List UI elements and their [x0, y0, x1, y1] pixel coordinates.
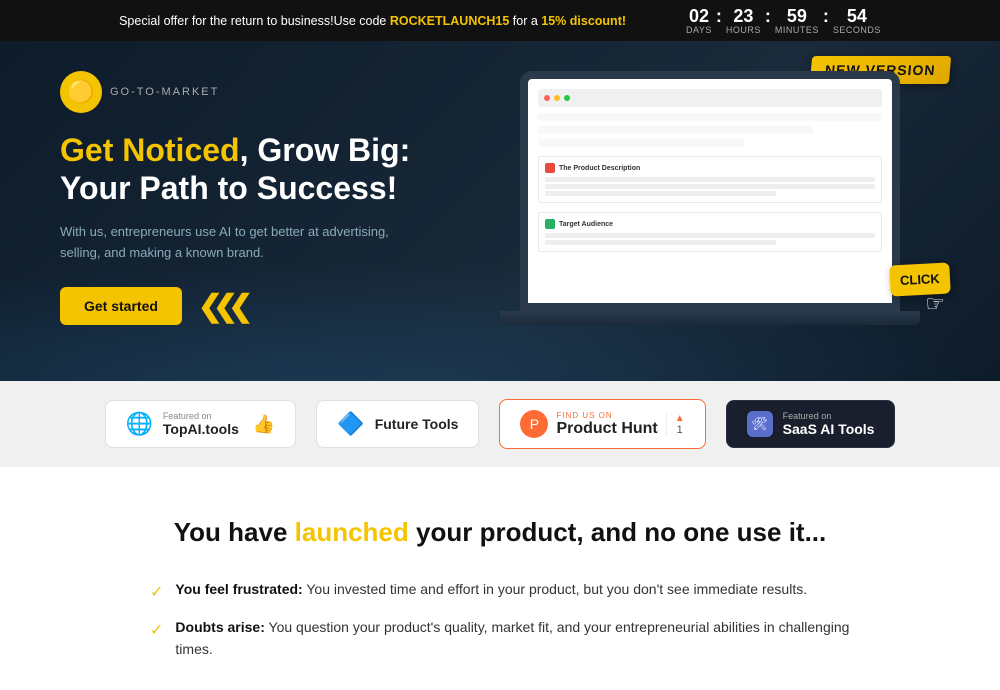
check-icon-1: ✓ [150, 580, 163, 606]
dot-red [544, 95, 550, 101]
laptop-base [500, 311, 920, 325]
section-icon-green [545, 219, 555, 229]
screen-top-bar [538, 89, 882, 107]
product-desc-lines [545, 177, 875, 196]
chevron-icon: ❮❮❮ [198, 289, 243, 324]
countdown-timer: 02 DAYS : 23 HOURS : 59 MINUTES : 54 SEC… [686, 6, 881, 35]
banner-text-normal: Special offer for the return to business… [119, 14, 390, 28]
main-heading-normal: You have [174, 517, 295, 547]
pain-points-list: ✓ You feel frustrated: You invested time… [150, 578, 850, 660]
section-icon-red [545, 163, 555, 173]
futuretools-name: Future Tools [375, 416, 459, 432]
main-section: You have launched your product, and no o… [0, 467, 1000, 690]
hero-heading-highlight: Get Noticed [60, 132, 240, 168]
brand-card-saasai[interactable]: 🛠 Featured on SaaS AI Tools [726, 400, 896, 448]
brand-card-futuretools[interactable]: 🔷 Future Tools [316, 400, 479, 448]
futuretools-icon: 🔷 [337, 411, 364, 437]
get-started-button[interactable]: Get started [60, 287, 182, 325]
logo-icon: 🟡 [60, 71, 102, 113]
topai-label: Featured on TopAI.tools [163, 411, 239, 437]
target-audience-section: Target Audience [538, 212, 882, 252]
top-banner: Special offer for the return to business… [0, 0, 1000, 41]
producthunt-score: ▲ 1 [666, 413, 685, 436]
sep3: : [823, 6, 829, 27]
saasai-pre: Featured on [783, 411, 875, 421]
up-arrow-icon: ▲ [675, 413, 685, 424]
banner-code: ROCKETLAUNCH15 [390, 14, 509, 28]
brand-card-topai[interactable]: 🌐 Featured on TopAI.tools 👍 [105, 400, 297, 448]
pain-point-1: ✓ You feel frustrated: You invested time… [150, 578, 850, 606]
screen-content: The Product Description [538, 113, 882, 293]
countdown-minutes: 59 MINUTES [775, 7, 819, 35]
screen-line-1 [538, 113, 882, 121]
pain-point-2-bold: Doubts arise: [175, 619, 264, 635]
logo-area: 🟡 GO-TO-MARKET [60, 71, 480, 113]
dot-yellow [554, 95, 560, 101]
saasai-name: SaaS AI Tools [783, 421, 875, 437]
main-heading-suffix: your product, and no one use it... [409, 517, 826, 547]
check-icon-2: ✓ [150, 618, 163, 644]
pain-point-2-text: Doubts arise: You question your product'… [175, 616, 850, 661]
cursor-icon: ☞ [925, 291, 945, 317]
pain-point-1-text: You feel frustrated: You invested time a… [175, 578, 807, 600]
saasai-label: Featured on SaaS AI Tools [783, 411, 875, 437]
dot-green [564, 95, 570, 101]
logo-text: GO-TO-MARKET [110, 86, 219, 98]
screen-line-3 [538, 139, 744, 147]
target-audience-lines [545, 233, 875, 245]
sep1: : [716, 6, 722, 27]
laptop-screen: The Product Description [528, 79, 892, 303]
banner-message: Special offer for the return to business… [119, 14, 626, 28]
hero-heading: Get Noticed, Grow Big: Your Path to Succ… [60, 131, 480, 208]
cta-row: Get started ❮❮❮ [60, 287, 480, 325]
hero-section: 🟡 GO-TO-MARKET Get Noticed, Grow Big: Yo… [0, 41, 1000, 381]
producthunt-icon: P [520, 410, 548, 438]
brand-card-producthunt[interactable]: P FIND US ON Product Hunt ▲ 1 [499, 399, 705, 449]
pain-point-1-bold: You feel frustrated: [175, 581, 302, 597]
main-heading-highlight: launched [295, 517, 409, 547]
hero-subtext: With us, entrepreneurs use AI to get bet… [60, 222, 400, 264]
product-desc-label: The Product Description [559, 165, 640, 172]
countdown-hours: 23 HOURS [726, 7, 761, 35]
click-badge-area: CLICK ☞ [890, 264, 950, 295]
main-heading: You have launched your product, and no o… [60, 517, 940, 548]
topai-name: TopAI.tools [163, 421, 239, 437]
producthunt-pre: FIND US ON [556, 411, 657, 420]
pacman-icon: 🟡 [67, 79, 94, 105]
target-audience-label: Target Audience [559, 221, 613, 228]
laptop-mockup: NEW VERSION [520, 71, 940, 325]
topai-icon: 🌐 [126, 411, 153, 437]
countdown-days: 02 DAYS [686, 7, 712, 35]
product-description-section: The Product Description [538, 156, 882, 203]
hero-left: 🟡 GO-TO-MARKET Get Noticed, Grow Big: Yo… [60, 71, 480, 325]
laptop-frame: The Product Description [520, 71, 900, 311]
screen-line-2 [538, 126, 813, 134]
chevrons-decoration: ❮❮❮ [198, 289, 243, 324]
topai-thumb: 👍 [253, 414, 275, 435]
producthunt-label: FIND US ON Product Hunt [556, 411, 657, 438]
saasai-icon: 🛠 [747, 411, 773, 437]
producthunt-count: 1 [677, 424, 683, 436]
banner-discount: 15% discount! [541, 14, 626, 28]
hero-right: NEW VERSION [520, 71, 940, 325]
producthunt-name: Product Hunt [556, 420, 657, 438]
countdown-seconds: 54 SECONDS [833, 7, 881, 35]
brands-bar: 🌐 Featured on TopAI.tools 👍 🔷 Future Too… [0, 381, 1000, 467]
futuretools-label: Future Tools [375, 416, 459, 432]
topai-pre: Featured on [163, 411, 239, 421]
sep2: : [765, 6, 771, 27]
banner-suffix: for a [509, 14, 541, 28]
pain-point-2: ✓ Doubts arise: You question your produc… [150, 616, 850, 661]
